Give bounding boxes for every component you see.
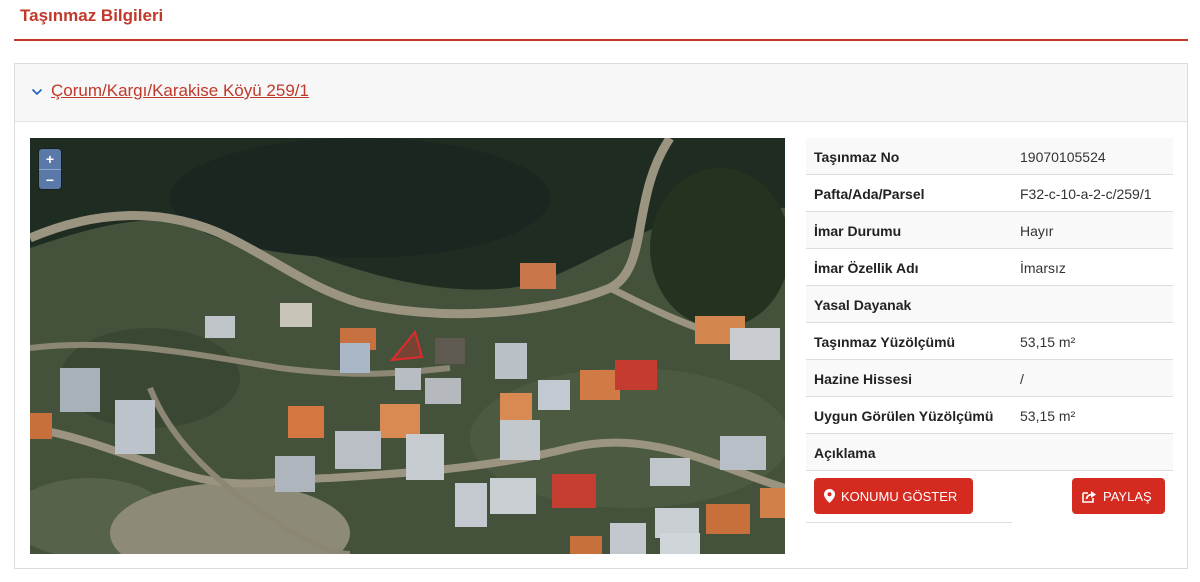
map-pin-icon <box>824 489 835 503</box>
zoom-in-button[interactable]: + <box>39 149 61 169</box>
detail-label: Pafta/Ada/Parsel <box>814 186 925 202</box>
show-location-label: KONUMU GÖSTER <box>841 488 958 504</box>
satellite-map[interactable]: + − <box>30 138 785 554</box>
detail-label: Yasal Dayanak <box>814 297 912 313</box>
detail-row: Taşınmaz Yüzölçümü 53,15 m² <box>806 323 1173 360</box>
detail-label: Uygun Görülen Yüzölçümü <box>814 408 994 424</box>
share-icon <box>1082 490 1096 503</box>
chevron-down-icon[interactable] <box>31 86 43 98</box>
detail-label: İmar Özellik Adı <box>814 260 919 276</box>
page-header: Taşınmaz Bilgileri <box>14 0 1188 41</box>
detail-value: 53,15 m² <box>1020 408 1076 424</box>
divider <box>806 522 1012 523</box>
detail-value: İmarsız <box>1020 260 1066 276</box>
detail-row: Açıklama <box>806 434 1173 471</box>
detail-value: Hayır <box>1020 223 1054 239</box>
page-title: Taşınmaz Bilgileri <box>20 6 164 25</box>
detail-row: Uygun Görülen Yüzölçümü 53,15 m² <box>806 397 1173 434</box>
detail-row: Hazine Hissesi / <box>806 360 1173 397</box>
zoom-out-button[interactable]: − <box>39 169 61 189</box>
action-bar: KONUMU GÖSTER PAYLAŞ <box>806 471 1173 523</box>
detail-row: Taşınmaz No 19070105524 <box>806 138 1173 175</box>
show-location-button[interactable]: KONUMU GÖSTER <box>814 478 973 514</box>
detail-label: Hazine Hissesi <box>814 371 913 387</box>
detail-value: 19070105524 <box>1020 149 1106 165</box>
detail-value: 53,15 m² <box>1020 334 1076 350</box>
detail-row: Yasal Dayanak <box>806 286 1173 323</box>
share-button[interactable]: PAYLAŞ <box>1072 478 1165 514</box>
zoom-control: + − <box>39 149 61 189</box>
property-details: Taşınmaz No 19070105524 Pafta/Ada/Parsel… <box>806 138 1173 523</box>
property-panel: Çorum/Kargı/Karakise Köyü 259/1 + − Taşı… <box>14 63 1188 569</box>
detail-label: Taşınmaz No <box>814 149 900 165</box>
detail-value: F32-c-10-a-2-c/259/1 <box>1020 186 1152 202</box>
detail-label: İmar Durumu <box>814 223 902 239</box>
property-location-link[interactable]: Çorum/Kargı/Karakise Köyü 259/1 <box>51 81 309 101</box>
share-label: PAYLAŞ <box>1103 488 1152 504</box>
detail-label: Taşınmaz Yüzölçümü <box>814 334 956 350</box>
satellite-imagery <box>30 138 785 554</box>
detail-row: İmar Özellik Adı İmarsız <box>806 249 1173 286</box>
detail-label: Açıklama <box>814 445 876 461</box>
detail-row: İmar Durumu Hayır <box>806 212 1173 249</box>
detail-row: Pafta/Ada/Parsel F32-c-10-a-2-c/259/1 <box>806 175 1173 212</box>
panel-header[interactable]: Çorum/Kargı/Karakise Köyü 259/1 <box>15 64 1187 122</box>
detail-value: / <box>1020 371 1024 387</box>
